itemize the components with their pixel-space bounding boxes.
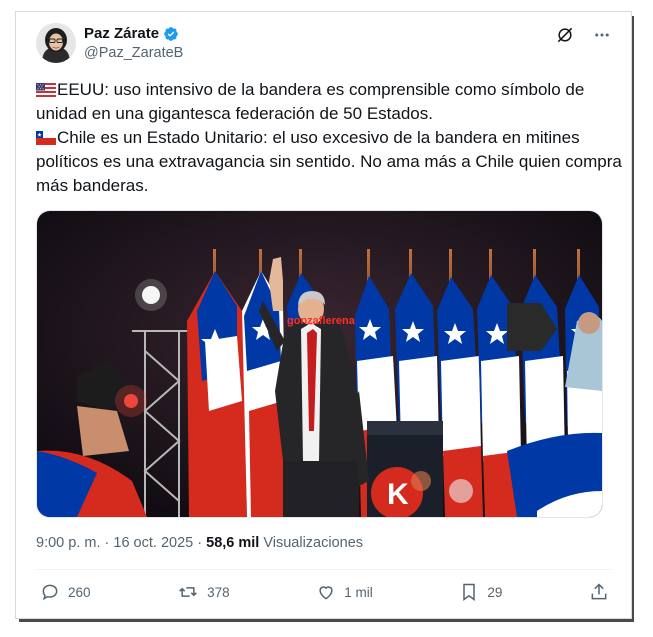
tweet-time[interactable]: 9:00 p. m. bbox=[36, 535, 100, 551]
more-options-icon[interactable] bbox=[593, 26, 611, 44]
repost-count: 378 bbox=[207, 584, 230, 600]
us-flag-icon bbox=[36, 83, 56, 97]
tweet-paragraph-1: EEUU: uso intensivo de la bandera es com… bbox=[36, 78, 626, 126]
reply-button[interactable]: 260 bbox=[40, 582, 91, 602]
tweet-paragraph-2-text: Chile es un Estado Unitario: el uso exce… bbox=[36, 128, 622, 195]
tweet-meta: 9:00 p. m. · 16 oct. 2025 · 58,6 mil Vis… bbox=[36, 535, 363, 551]
reply-icon bbox=[42, 584, 58, 601]
views-count: 58,6 mil bbox=[206, 535, 260, 551]
bookmark-icon bbox=[463, 583, 476, 601]
divider bbox=[36, 569, 611, 570]
author-name[interactable]: Paz Zárate bbox=[84, 25, 179, 42]
tweet-card: Paz Zárate @Paz_ZarateB EEUU: uso intens… bbox=[16, 12, 631, 618]
views-label: Visualizaciones bbox=[263, 535, 364, 551]
tweet-paragraph-1-text: EEUU: uso intensivo de la bandera es com… bbox=[36, 80, 585, 123]
avatar[interactable] bbox=[36, 23, 76, 63]
meta-separator-1: · bbox=[104, 535, 110, 551]
repost-button[interactable]: 378 bbox=[177, 582, 230, 602]
tweet-text: EEUU: uso intensivo de la bandera es com… bbox=[36, 78, 626, 198]
like-button[interactable]: 1 mil bbox=[316, 582, 373, 602]
bookmark-button[interactable]: 29 bbox=[459, 582, 502, 602]
chile-flag-icon bbox=[36, 131, 56, 145]
grok-icon[interactable] bbox=[555, 25, 575, 45]
like-count: 1 mil bbox=[344, 584, 373, 600]
meta-separator-2: · bbox=[197, 535, 203, 551]
image-watermark: gonzaflerena bbox=[287, 315, 356, 327]
action-bar: 260 378 1 mil 29 bbox=[40, 582, 609, 602]
reply-count: 260 bbox=[68, 584, 91, 600]
share-icon bbox=[591, 583, 607, 600]
author-display-name[interactable]: Paz Zárate bbox=[84, 25, 159, 42]
share-button[interactable] bbox=[589, 582, 609, 602]
tweet-date[interactable]: 16 oct. 2025 bbox=[113, 535, 193, 551]
podium-letter: K bbox=[387, 478, 409, 511]
tweet-paragraph-2: Chile es un Estado Unitario: el uso exce… bbox=[36, 126, 626, 198]
verified-badge-icon bbox=[164, 26, 178, 41]
bookmark-count: 29 bbox=[487, 584, 503, 600]
heart-icon bbox=[319, 586, 333, 600]
tweet-photo[interactable]: K gonzaflerena bbox=[36, 210, 603, 518]
repost-icon bbox=[179, 587, 197, 597]
author-handle[interactable]: @Paz_ZarateB bbox=[84, 45, 183, 61]
